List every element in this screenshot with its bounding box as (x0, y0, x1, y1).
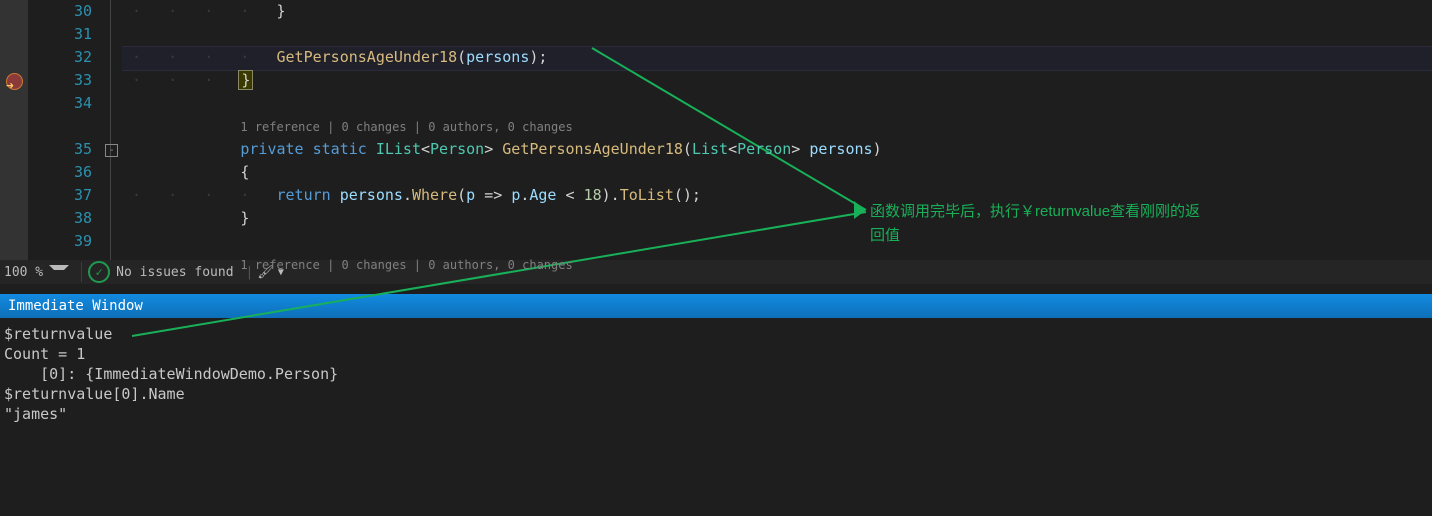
code-line[interactable]: ➜ 33 · · · } (0, 69, 1432, 92)
immediate-line: [0]: {ImmediateWindowDemo.Person} (4, 365, 338, 383)
zoom-dropdown[interactable]: 100 % (0, 265, 75, 280)
method-call: GetPersonsAgeUnder18 (277, 48, 458, 66)
check-circle-icon: ✓ (88, 261, 110, 283)
line-number: 37 (28, 184, 102, 207)
line-number: 33 (28, 69, 102, 92)
zoom-level: 100 % (4, 265, 43, 280)
code-line[interactable]: 32 · · · · GetPersonsAgeUnder18(persons)… (0, 46, 1432, 69)
immediate-line: Count = 1 (4, 345, 85, 363)
immediate-line: $returnvalue (4, 325, 112, 343)
code-line[interactable]: 36 { (0, 161, 1432, 184)
immediate-window[interactable]: $returnvalue Count = 1 [0]: {ImmediateWi… (0, 318, 1432, 516)
fold-toggle-icon[interactable]: - (105, 144, 118, 157)
line-number: 32 (28, 46, 102, 69)
line-number: 36 (28, 161, 102, 184)
codelens-text[interactable]: 1 reference | 0 changes | 0 authors, 0 c… (240, 258, 572, 272)
code-line[interactable]: 34 (0, 92, 1432, 115)
line-number: 38 (28, 207, 102, 230)
closing-brace: } (238, 70, 253, 90)
codelens-row[interactable]: 1 reference | 0 changes | 0 authors, 0 c… (0, 115, 1432, 138)
annotation-text: 函数调用完毕后，执行￥returnvalue查看刚刚的返 回值 (870, 200, 1390, 248)
argument: persons (466, 48, 529, 66)
immediate-line: $returnvalue[0].Name (4, 385, 185, 403)
code-line[interactable]: 31 (0, 23, 1432, 46)
line-number: 35 (28, 138, 102, 161)
code-line[interactable]: 35 - private static IList<Person> GetPer… (0, 138, 1432, 161)
immediate-window-title[interactable]: Immediate Window (0, 294, 1432, 318)
codelens-text[interactable]: 1 reference | 0 changes | 0 authors, 0 c… (240, 120, 572, 134)
immediate-line: "james" (4, 405, 67, 423)
chevron-down-icon (49, 265, 69, 280)
line-number: 34 (28, 92, 102, 115)
code-line[interactable]: 30 · · · · } (0, 0, 1432, 23)
line-number: 39 (28, 230, 102, 253)
method-definition: GetPersonsAgeUnder18 (502, 140, 683, 158)
line-number: 30 (28, 0, 102, 23)
line-number: 31 (28, 23, 102, 46)
